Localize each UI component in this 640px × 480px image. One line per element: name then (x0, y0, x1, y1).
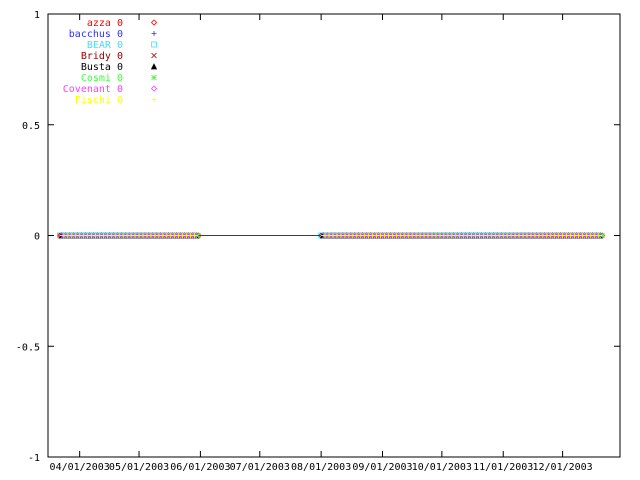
x-tick-label: 05/01/2003 (109, 462, 169, 473)
x-tick-label: 06/01/2003 (170, 462, 230, 473)
legend-marker (151, 41, 157, 48)
legend-entry-label: Covenant 0 (63, 84, 123, 95)
legend-marker (150, 85, 158, 92)
legend-series-value: 0 (117, 95, 123, 106)
x-tick-label: 10/01/2003 (412, 462, 472, 473)
legend-marker (151, 31, 157, 36)
y-tick-label: 0 (34, 232, 40, 243)
legend-series-name: bacchus (69, 29, 111, 40)
legend-series-name: azza (87, 18, 111, 29)
legend-series-name: Covenant (63, 84, 111, 95)
legend-series-name: Fischi (75, 95, 111, 106)
x-tick-label: 12/01/2003 (532, 462, 592, 473)
chart-canvas: azza 0bacchus 0BEAR 0Bridy 0Busta 0Cosmi… (16, 10, 621, 473)
x-tick-label: 04/01/2003 (50, 462, 110, 473)
legend-entry-label: bacchus 0 (69, 29, 123, 40)
y-tick-label: -0.5 (16, 342, 40, 353)
legend-series-name: Busta (81, 62, 111, 73)
x-tick-label: 09/01/2003 (352, 462, 412, 473)
legend-series-name: Cosmi (81, 73, 111, 84)
legend-marker (150, 63, 158, 70)
legend-series-name: BEAR (87, 40, 112, 51)
legend-entry-label: BEAR 0 (87, 40, 123, 51)
legend-series-value: 0 (117, 84, 123, 95)
x-tick-label: 11/01/2003 (473, 462, 533, 473)
legend-entry-label: Busta 0 (81, 62, 123, 73)
legend-entry-label: Fischi 0 (75, 95, 123, 106)
legend-marker (151, 52, 157, 59)
y-tick-label: 0.5 (22, 121, 40, 132)
x-tick-label: 07/01/2003 (230, 462, 290, 473)
legend-series-value: 0 (117, 51, 123, 62)
legend-marker (151, 74, 157, 81)
x-tick-label: 08/01/2003 (291, 462, 351, 473)
legend-entry-label: azza 0 (87, 18, 123, 29)
plot-data (56, 232, 606, 239)
y-tick-label: -1 (28, 453, 40, 464)
legend-series-value: 0 (117, 18, 123, 29)
legend-marker (151, 97, 157, 102)
legend-entry-label: Cosmi 0 (81, 73, 123, 84)
legend-series-value: 0 (117, 40, 123, 51)
legend-series-name: Bridy (81, 51, 111, 62)
legend-entry-label: Bridy 0 (81, 51, 123, 62)
legend-series-value: 0 (117, 62, 123, 73)
y-tick-label: 1 (34, 10, 40, 21)
legend-series-value: 0 (117, 29, 123, 40)
legend-marker (150, 19, 158, 26)
legend: azza 0bacchus 0BEAR 0Bridy 0Busta 0Cosmi… (63, 18, 158, 106)
legend-series-value: 0 (117, 73, 123, 84)
